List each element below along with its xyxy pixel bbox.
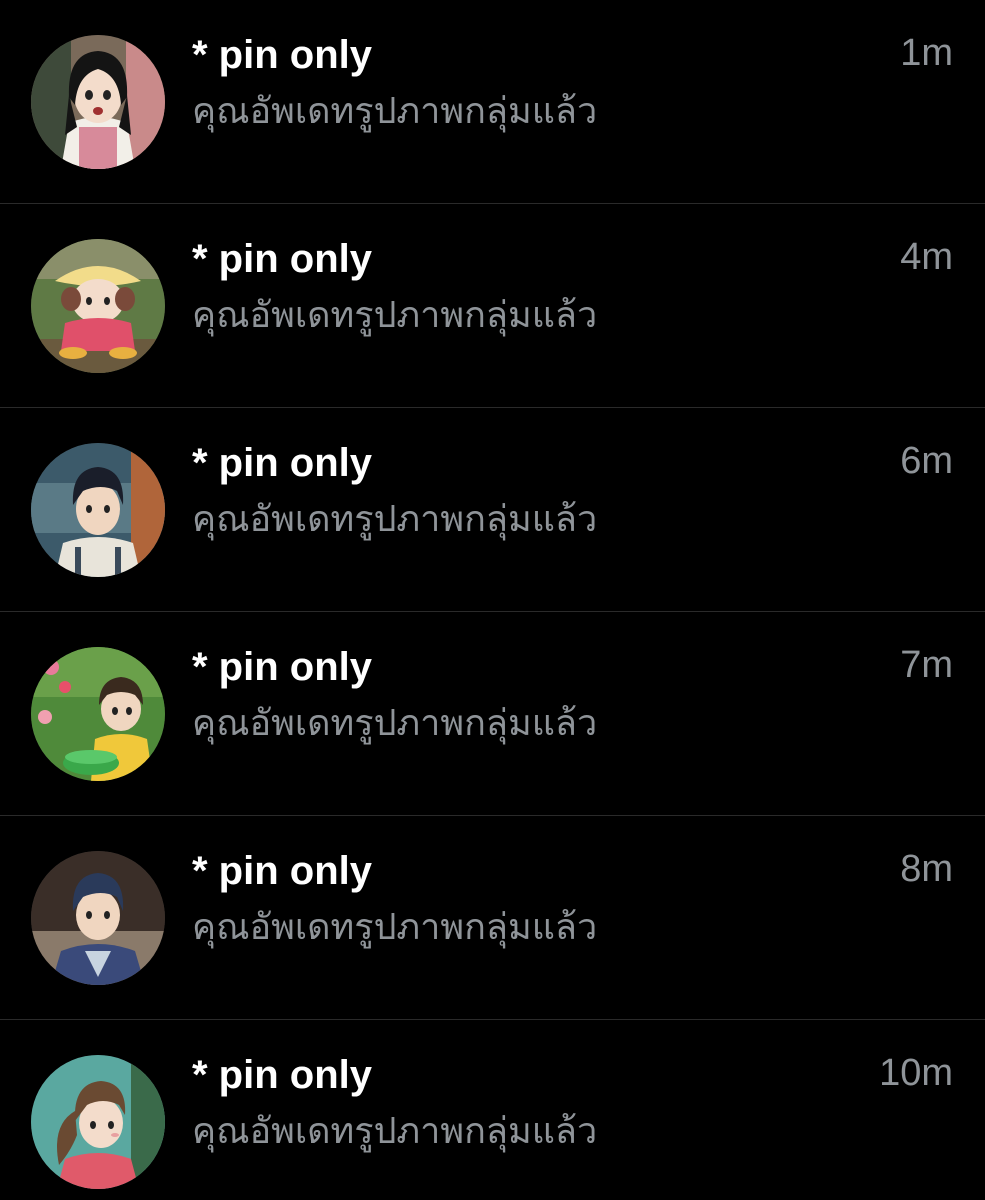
chat-timestamp: 10m bbox=[879, 1052, 953, 1094]
anime-boy-car-avatar[interactable] bbox=[31, 443, 165, 577]
chat-last-message: คุณอัพเดทรูปภาพกลุ่มแล้ว bbox=[192, 907, 598, 948]
chat-title: * pin only bbox=[192, 441, 372, 485]
chat-list: * pin only คุณอัพเดทรูปภาพกลุ่มแล้ว 1m *… bbox=[0, 0, 985, 1200]
chat-list-item[interactable]: * pin only คุณอัพเดทรูปภาพกลุ่มแล้ว 7m bbox=[0, 612, 985, 816]
anime-toddler-hat-avatar[interactable] bbox=[31, 239, 165, 373]
anime-girl-overalls-avatar[interactable] bbox=[31, 35, 165, 169]
chat-list-item[interactable]: * pin only คุณอัพเดทรูปภาพกลุ่มแล้ว 10m bbox=[0, 1020, 985, 1200]
chat-last-message: คุณอัพเดทรูปภาพกลุ่มแล้ว bbox=[192, 499, 598, 540]
chat-timestamp: 7m bbox=[900, 644, 953, 686]
chat-list-item[interactable]: * pin only คุณอัพเดทรูปภาพกลุ่มแล้ว 8m bbox=[0, 816, 985, 1020]
chat-last-message: คุณอัพเดทรูปภาพกลุ่มแล้ว bbox=[192, 91, 598, 132]
anime-child-garden-avatar[interactable] bbox=[31, 647, 165, 781]
chat-list-item[interactable]: * pin only คุณอัพเดทรูปภาพกลุ่มแล้ว 1m bbox=[0, 0, 985, 204]
chat-last-message: คุณอัพเดทรูปภาพกลุ่มแล้ว bbox=[192, 703, 598, 744]
chat-title: * pin only bbox=[192, 849, 372, 893]
chat-title: * pin only bbox=[192, 1053, 372, 1097]
anime-girl-ponytail-avatar[interactable] bbox=[31, 1055, 165, 1189]
chat-title: * pin only bbox=[192, 237, 372, 281]
chat-last-message: คุณอัพเดทรูปภาพกลุ่มแล้ว bbox=[192, 295, 598, 336]
chat-title: * pin only bbox=[192, 645, 372, 689]
anime-boy-jacket-avatar[interactable] bbox=[31, 851, 165, 985]
chat-last-message: คุณอัพเดทรูปภาพกลุ่มแล้ว bbox=[192, 1111, 598, 1152]
chat-list-item[interactable]: * pin only คุณอัพเดทรูปภาพกลุ่มแล้ว 4m bbox=[0, 204, 985, 408]
chat-timestamp: 4m bbox=[900, 236, 953, 278]
chat-timestamp: 8m bbox=[900, 848, 953, 890]
chat-list-item[interactable]: * pin only คุณอัพเดทรูปภาพกลุ่มแล้ว 6m bbox=[0, 408, 985, 612]
chat-timestamp: 6m bbox=[900, 440, 953, 482]
chat-timestamp: 1m bbox=[900, 32, 953, 74]
chat-title: * pin only bbox=[192, 33, 372, 77]
